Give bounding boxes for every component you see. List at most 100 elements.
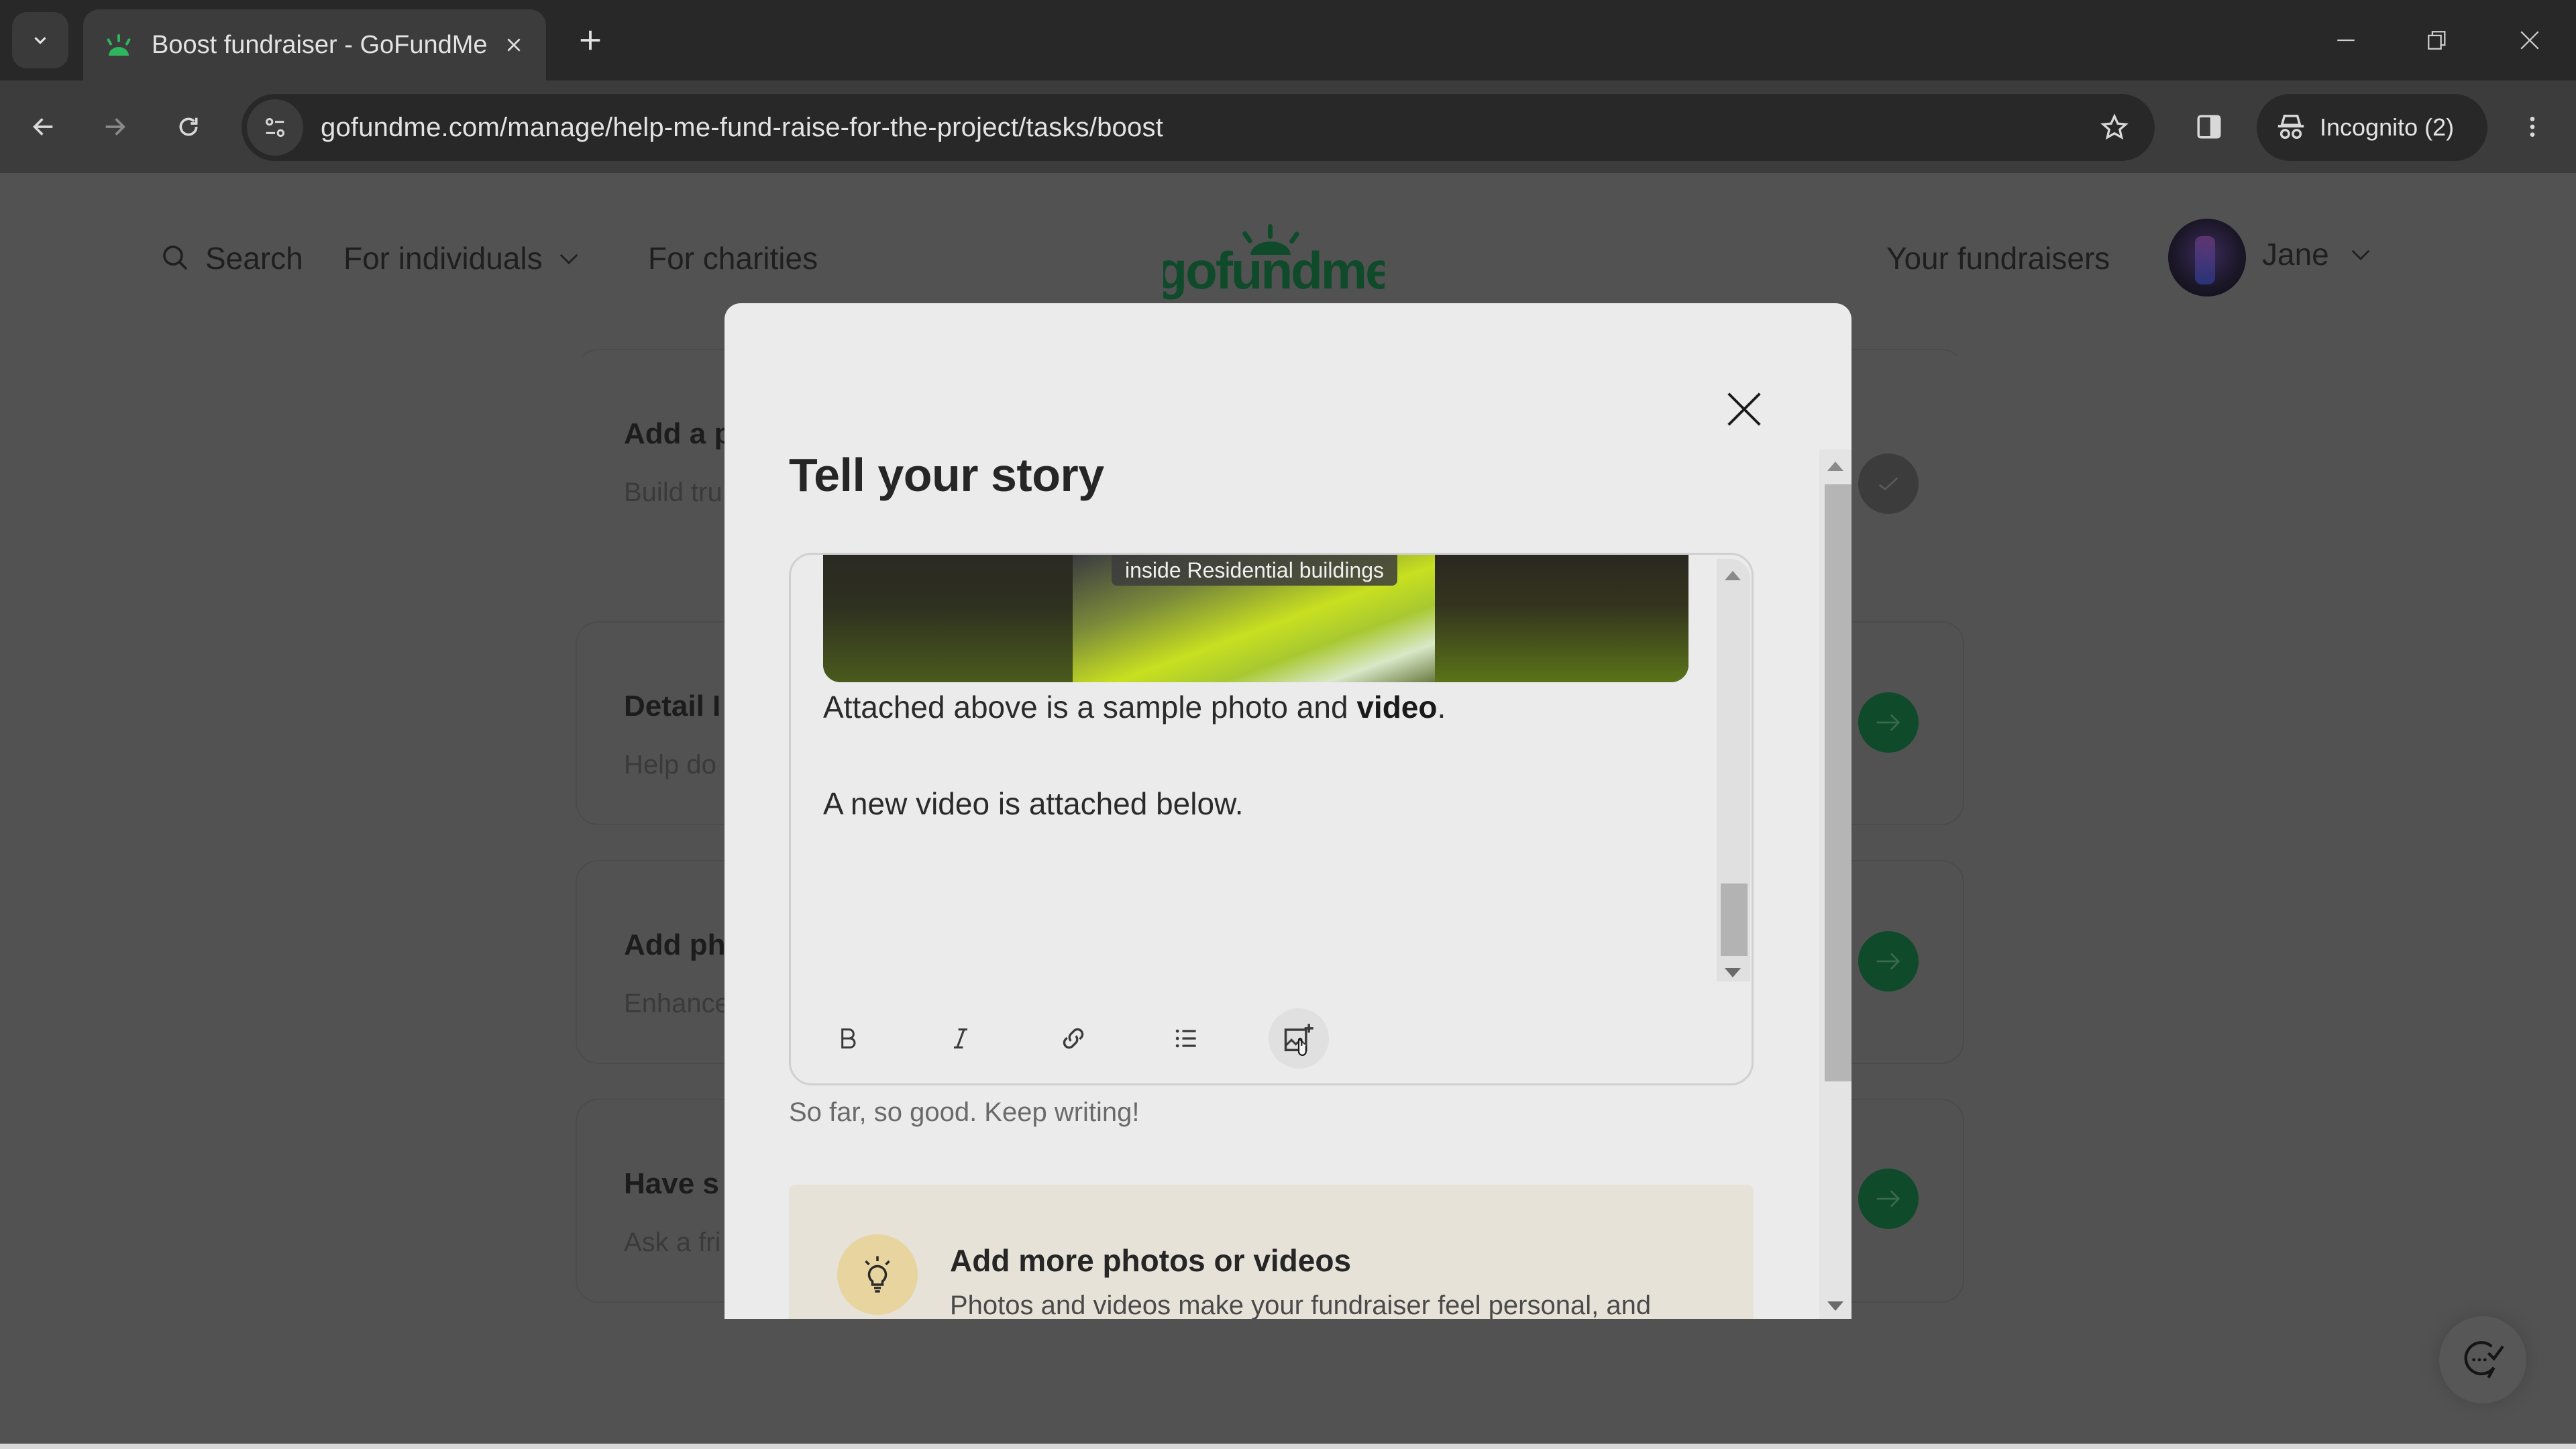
modal-scrollbar[interactable]: [1819, 449, 1851, 1319]
browser-tab[interactable]: Boost fundraiser - GoFundMe: [83, 9, 546, 80]
checkmark-icon: [1878, 477, 1898, 491]
reload-icon: [179, 117, 198, 136]
tip-title: Add more photos or videos: [950, 1243, 1352, 1278]
star-icon: [2100, 113, 2129, 140]
task-card-title: Add ph: [624, 928, 726, 961]
url-text[interactable]: gofundme.com/manage/help-me-fund-raise-f…: [321, 113, 2088, 143]
chevron-down-icon: [559, 254, 578, 264]
your-fundraisers-link[interactable]: Your fundraisers: [1886, 240, 2110, 276]
user-name: Jane: [2262, 237, 2329, 272]
story-text-bold: video: [1356, 690, 1438, 724]
address-bar[interactable]: gofundme.com/manage/help-me-fund-raise-f…: [241, 94, 2155, 161]
task-go-button[interactable]: [1858, 931, 1919, 991]
task-go-button[interactable]: [1858, 692, 1919, 753]
user-avatar[interactable]: [2168, 219, 2246, 297]
task-card-title: Add a p: [624, 417, 733, 450]
video-thumbnail-right: [1435, 555, 1688, 682]
story-paragraph: A new video is attached below.: [823, 786, 1244, 821]
task-card-subtitle: Enhance: [624, 989, 730, 1018]
insert-media-button[interactable]: [1269, 1008, 1329, 1069]
search-link[interactable]: Search: [160, 240, 303, 276]
modal-scrollbar-thumb[interactable]: [1825, 484, 1851, 1081]
window-close-button[interactable]: [2500, 13, 2560, 67]
bookmark-button[interactable]: [2088, 101, 2141, 154]
story-paragraph: Attached above is a sample photo and vid…: [823, 689, 1446, 725]
reload-button[interactable]: [165, 103, 212, 150]
back-button[interactable]: [20, 103, 67, 150]
gofundme-logo[interactable]: gofundme: [1163, 220, 1385, 301]
page-bottom-edge: [0, 1444, 2576, 1449]
tip-body: Photos and videos make your fundraiser f…: [950, 1291, 1652, 1319]
nav-for-individuals[interactable]: For individuals: [343, 240, 583, 276]
task-card-subtitle: Help do: [624, 750, 716, 780]
arrow-left-icon: [33, 118, 53, 136]
tell-your-story-modal: Tell your story inside Residential build…: [724, 303, 1851, 1319]
tune-icon: [266, 118, 284, 137]
user-menu[interactable]: Jane: [2262, 236, 2375, 272]
your-fundraisers-label: Your fundraisers: [1886, 241, 2110, 276]
arrow-right-icon: [105, 118, 125, 136]
search-label: Search: [205, 241, 303, 276]
tip-icon-badge: [837, 1234, 918, 1315]
arrow-right-icon: [1876, 953, 1900, 970]
list-icon: [1175, 1029, 1196, 1048]
side-panel-button[interactable]: [2186, 103, 2233, 150]
kebab-menu-icon: [2530, 117, 2535, 137]
task-card-title: Detail I: [624, 690, 721, 722]
scroll-down-arrow[interactable]: [1725, 968, 1741, 977]
modal-title: Tell your story: [789, 449, 1104, 501]
story-editor[interactable]: inside Residential buildings Attached ab…: [789, 553, 1754, 1085]
browser-menu-button[interactable]: [2509, 103, 2556, 150]
feedback-chat-button[interactable]: [2439, 1316, 2526, 1403]
formatting-toolbar: [818, 1008, 1381, 1069]
minimize-icon: [2337, 39, 2355, 42]
story-text: Attached above is a sample photo and: [823, 690, 1357, 724]
italic-button[interactable]: [930, 1008, 991, 1069]
nav-for-charities[interactable]: For charities: [648, 240, 818, 276]
lightbulb-icon: [865, 1256, 890, 1293]
editor-scrollbar[interactable]: [1717, 559, 1750, 981]
task-complete-indicator: [1858, 453, 1919, 514]
editor-scrollbar-thumb[interactable]: [1721, 883, 1748, 956]
story-helper-text: So far, so good. Keep writing!: [789, 1097, 1140, 1127]
arrow-right-icon: [1876, 714, 1900, 731]
restore-button[interactable]: [2407, 13, 2467, 67]
logo-text: gofundme: [1163, 241, 1385, 300]
task-card-subtitle: Build tru: [624, 478, 722, 507]
forward-button[interactable]: [91, 103, 138, 150]
add-media-icon: [1284, 1024, 1313, 1056]
browser-toolbar: gofundme.com/manage/help-me-fund-raise-f…: [0, 80, 2576, 173]
minimize-button[interactable]: [2316, 13, 2376, 67]
chevron-down-icon: [2351, 250, 2369, 260]
scroll-up-arrow[interactable]: [1827, 462, 1843, 471]
incognito-label: Incognito (2): [2320, 113, 2455, 141]
bold-icon: [841, 1028, 856, 1049]
chevron-down-icon: [34, 37, 46, 44]
incognito-profile-button[interactable]: Incognito (2): [2257, 94, 2487, 161]
plus-icon: [580, 30, 600, 50]
gofundme-sprout-icon: [107, 34, 131, 56]
modal-close-button[interactable]: [1711, 376, 1778, 443]
embedded-video[interactable]: inside Residential buildings: [823, 555, 1688, 682]
tab-search-button[interactable]: [12, 12, 68, 68]
site-info-button[interactable]: [247, 99, 303, 156]
restore-icon: [2428, 31, 2446, 50]
bulleted-list-button[interactable]: [1156, 1008, 1216, 1069]
scroll-down-arrow[interactable]: [1827, 1301, 1843, 1311]
task-card-subtitle: Ask a fri: [624, 1228, 721, 1257]
story-text: .: [1437, 690, 1446, 724]
tab-close-button[interactable]: [500, 32, 527, 58]
new-tab-button[interactable]: [569, 19, 612, 62]
browser-tab-bar: Boost fundraiser - GoFundMe: [0, 0, 2576, 80]
arrow-right-icon: [1876, 1190, 1900, 1208]
search-icon: [163, 246, 188, 270]
nav-for-charities-label: For charities: [648, 241, 818, 276]
chat-check-icon: [2464, 1341, 2504, 1379]
link-button[interactable]: [1043, 1008, 1104, 1069]
close-icon: [507, 38, 521, 52]
story-editor-content[interactable]: inside Residential buildings Attached ab…: [791, 555, 1703, 984]
close-icon: [1727, 392, 1761, 426]
scroll-up-arrow[interactable]: [1725, 571, 1741, 580]
task-go-button[interactable]: [1858, 1169, 1919, 1229]
bold-button[interactable]: [818, 1008, 878, 1069]
